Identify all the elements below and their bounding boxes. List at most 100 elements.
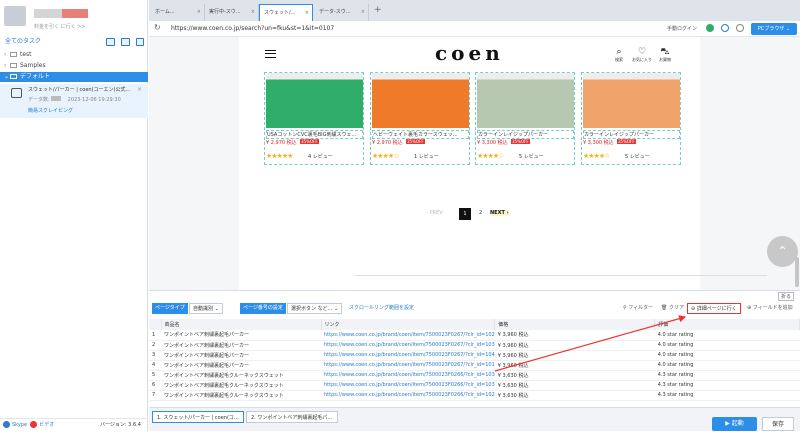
page-scrollbar[interactable] <box>795 257 799 287</box>
folder-default[interactable]: ⌄ デフォルト <box>0 72 148 82</box>
table-cell[interactable]: ¥ 3,630 税込 <box>494 370 655 381</box>
new-tab-button[interactable]: + <box>374 5 382 15</box>
product-title[interactable]: ヘビーウェイト裏毛カラースウェッ... <box>372 130 469 139</box>
table-cell[interactable]: 4.0 star rating <box>654 330 800 341</box>
pager-page-2[interactable]: 2 <box>479 210 482 216</box>
table-cell[interactable]: ワンポイントベア刺繍裏起毛クルーネックスウェット <box>161 370 321 381</box>
cart-icon[interactable]: ⛍ お買物 <box>658 47 672 63</box>
review-count[interactable]: 5 レビュー <box>625 153 650 160</box>
product-card[interactable]: カラーインレイジップパーカー ¥ 3,300 税込 35%OFF ★★★★☆ 5… <box>581 72 681 165</box>
tab-data[interactable]: データ-スウ... × <box>315 4 369 21</box>
product-card[interactable]: カラーインレイジップパーカー ¥ 3,300 税込 35%OFF ★★★★☆ 5… <box>475 72 575 165</box>
table-cell[interactable]: 4.3 star rating <box>654 380 800 391</box>
table-cell[interactable]: 5 <box>149 370 161 381</box>
run-button[interactable]: ▶ 起動 <box>712 417 757 431</box>
column-header[interactable]: リンク <box>321 319 496 330</box>
product-title[interactable]: カラーインレイジップパーカー <box>477 130 574 139</box>
review-count[interactable]: 1 レビュー <box>414 153 439 160</box>
table-row[interactable]: 4 ワンポイントベア刺繍裏起毛パーカー https://www.coen.co.jp… <box>149 360 800 371</box>
table-cell[interactable]: https://www.coen.co.jp/brand/coen/item/7… <box>321 330 495 341</box>
table-cell[interactable]: https://www.coen.co.jp/brand/coen/item/7… <box>321 390 495 401</box>
menu-icon[interactable] <box>265 50 276 58</box>
column-header[interactable]: 価格 <box>494 319 656 330</box>
review-count[interactable]: 4 レビュー <box>308 153 333 160</box>
filter-button[interactable]: ⚲ フィルター <box>623 303 653 314</box>
import-icon[interactable] <box>121 38 130 46</box>
site-logo[interactable]: coen <box>435 41 504 65</box>
folder-samples[interactable]: › Samples <box>0 61 148 71</box>
folder-test[interactable]: › test <box>0 50 148 60</box>
table-row[interactable]: 3 ワンポイントベア刺繍裏起毛パーカー https://www.coen.co.jp… <box>149 350 800 361</box>
reload-icon[interactable]: ↻ <box>154 23 161 32</box>
column-header[interactable]: 評価 <box>654 319 800 330</box>
table-cell[interactable]: ワンポイントベア刺繍裏起毛パーカー <box>161 330 321 341</box>
user-icon[interactable] <box>736 24 744 32</box>
table-cell[interactable]: 7 <box>149 390 161 401</box>
scroll-range-link[interactable]: スクロールリング範囲を設定 <box>349 303 414 314</box>
browser-mode-button[interactable]: PCブラウザ ⌄ <box>751 23 797 35</box>
product-image[interactable] <box>266 73 363 128</box>
tab-running[interactable]: 実行中-スウ... × <box>205 4 259 21</box>
table-cell[interactable]: 4.0 star rating <box>654 340 800 351</box>
table-cell[interactable]: 4.3 star rating <box>654 390 800 401</box>
table-cell[interactable]: 4 <box>149 360 161 371</box>
product-card[interactable]: USAコットンCVC裏毛BIG刺繍スウェ... ¥ 2,970 税込 35%OF… <box>264 72 364 165</box>
scroll-top-button[interactable]: ⌃ <box>767 236 798 267</box>
table-cell[interactable]: https://www.coen.co.jp/brand/coen/item/7… <box>321 370 495 381</box>
page-type-select[interactable]: 自動識別 ⌄ <box>189 303 223 314</box>
pager-next[interactable]: NEXT › <box>490 210 509 216</box>
all-tasks-label[interactable]: 全てのタスク <box>5 38 41 45</box>
add-field-button[interactable]: ⊕ フィールドを追加 <box>747 303 793 314</box>
table-cell[interactable]: https://www.coen.co.jp/brand/coen/item/7… <box>321 340 495 351</box>
task-item[interactable]: スウェット/パーカー | coen(コーエン)公式... データ数: 2023-… <box>0 84 148 118</box>
product-title[interactable]: USAコットンCVC裏毛BIG刺繍スウェ... <box>266 130 363 139</box>
url-field[interactable]: https://www.coen.co.jp/search?un=fku&st=… <box>171 25 334 32</box>
table-cell[interactable]: ¥ 3,960 税込 <box>494 340 655 351</box>
table-cell[interactable]: 2 <box>149 340 161 351</box>
new-folder-icon[interactable] <box>106 38 115 46</box>
table-cell[interactable]: 4.0 star rating <box>654 360 800 371</box>
clear-button[interactable]: 🗑 クリア <box>661 303 684 314</box>
upgrade-link[interactable]: 料金を引く に行く >> <box>34 23 86 30</box>
table-row[interactable]: 6 ワンポイントベア刺繍裏起毛クルーネックスウェット https://www.coe… <box>149 380 800 391</box>
skype-icon[interactable] <box>3 421 10 428</box>
tab-home[interactable]: ホーム... × <box>151 4 205 21</box>
task-tab-2[interactable]: 2. ワンポイントベア刺繍裏起毛パ... <box>246 411 338 423</box>
task-tab-1[interactable]: 1. スウェット/パーカー | coen(コ... <box>152 411 244 423</box>
table-cell[interactable]: ワンポイントベア刺繍裏起毛クルーネックスウェット <box>161 380 321 391</box>
table-cell[interactable]: ワンポイントベア刺繍裏起毛パーカー <box>161 360 321 371</box>
product-image[interactable] <box>372 73 469 128</box>
pager-current[interactable]: 1 <box>459 208 471 220</box>
pager-prev[interactable]: ‹ PREV <box>426 210 443 216</box>
settings-icon[interactable] <box>721 24 729 32</box>
table-row[interactable]: 7 ワンポイントベア刺繍裏起毛クルーネックスウェット https://www.coe… <box>149 390 800 401</box>
table-row[interactable]: 1 ワンポイントベア刺繍裏起毛パーカー https://www.coen.co.jp… <box>149 330 800 341</box>
table-row[interactable]: 2 ワンポイントベア刺繍裏起毛パーカー https://www.coen.co.jp… <box>149 340 800 351</box>
table-cell[interactable]: https://www.coen.co.jp/brand/coen/item/7… <box>321 350 495 361</box>
table-cell[interactable]: 3 <box>149 350 161 361</box>
table-cell[interactable]: 4.3 star rating <box>654 370 800 381</box>
table-cell[interactable]: 6 <box>149 380 161 391</box>
table-cell[interactable]: ワンポイントベア刺繍裏起毛パーカー <box>161 340 321 351</box>
table-cell[interactable]: 4.0 star rating <box>654 350 800 361</box>
product-image[interactable] <box>583 73 680 128</box>
video-link[interactable]: ビデオ <box>39 422 54 428</box>
table-cell[interactable]: https://www.coen.co.jp/brand/coen/item/7… <box>321 380 495 391</box>
video-icon[interactable] <box>30 421 38 428</box>
review-count[interactable]: 5 レビュー <box>519 153 544 160</box>
column-header[interactable]: 商品名 <box>161 319 322 330</box>
export-icon[interactable] <box>136 38 144 46</box>
table-cell[interactable]: ¥ 3,960 税込 <box>494 360 655 371</box>
status-icon[interactable] <box>706 24 714 32</box>
table-cell[interactable]: https://www.coen.co.jp/brand/coen/item/7… <box>321 360 495 371</box>
table-cell[interactable]: ワンポイントベア刺繍裏起毛パーカー <box>161 350 321 361</box>
task-mode-link[interactable]: 簡易スクレイピング <box>28 107 73 114</box>
save-button[interactable]: 保存 <box>762 417 794 431</box>
product-title[interactable]: カラーインレイジップパーカー <box>583 130 680 139</box>
heart-icon[interactable]: ♡ お気に入り <box>632 47 652 63</box>
table-cell[interactable]: ワンポイントベア刺繍裏起毛クルーネックスウェット <box>161 390 321 401</box>
product-card[interactable]: ヘビーウェイト裏毛カラースウェッ... ¥ 2,970 税込 35%OFF ★★… <box>370 72 470 165</box>
avatar[interactable] <box>4 6 26 26</box>
tab-sweat-active[interactable]: スウェット/... × <box>259 4 313 21</box>
close-icon[interactable]: × <box>137 86 142 93</box>
